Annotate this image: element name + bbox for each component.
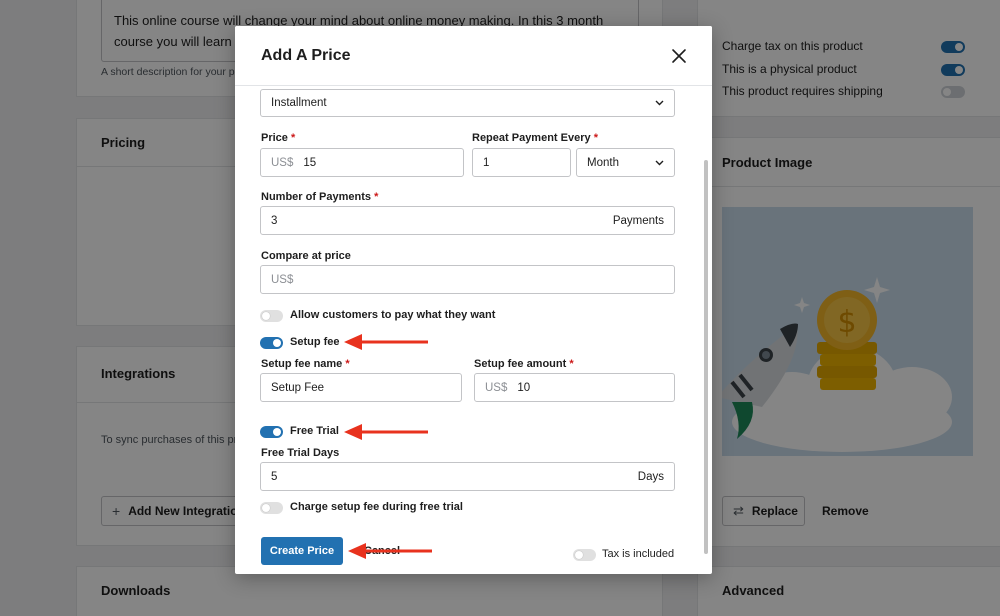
- setup-fee-currency-prefix: US$: [485, 381, 508, 394]
- free-trial-days-value: 5: [271, 470, 278, 483]
- days-suffix: Days: [637, 470, 664, 483]
- modal-title: Add A Price: [261, 47, 351, 64]
- setup-fee-name-value: Setup Fee: [271, 381, 325, 394]
- free-trial-days-label: Free Trial Days: [261, 447, 340, 459]
- repeat-unit-select[interactable]: Month: [576, 148, 675, 177]
- free-trial-toggle[interactable]: [260, 426, 283, 438]
- payments-suffix: Payments: [612, 214, 664, 227]
- chevron-down-icon: [655, 100, 664, 106]
- charge-setup-during-trial-toggle[interactable]: [260, 502, 283, 514]
- setup-fee-toggle[interactable]: [260, 337, 283, 349]
- price-value: 15: [303, 156, 317, 169]
- setup-fee-amount-value: 10: [517, 381, 531, 394]
- free-trial-label: Free Trial: [290, 425, 339, 437]
- compare-at-price-input[interactable]: US$: [260, 265, 675, 294]
- setup-fee-label: Setup fee: [290, 336, 340, 348]
- setup-fee-amount-label: Setup fee amount *: [474, 358, 574, 370]
- chevron-down-icon: [655, 160, 664, 165]
- repeat-interval-value: 1: [483, 156, 490, 169]
- free-trial-days-input[interactable]: 5 Days: [260, 462, 675, 491]
- repeat-unit-value: Month: [587, 156, 619, 169]
- modal-header: Add A Price: [235, 26, 712, 86]
- tax-included-label: Tax is included: [602, 548, 675, 560]
- tax-included-toggle[interactable]: [573, 549, 596, 561]
- annotation-arrow-create-price: [348, 543, 432, 559]
- annotation-arrow-free-trial: [344, 424, 428, 440]
- compare-at-price-label: Compare at price: [261, 250, 351, 262]
- setup-fee-amount-input[interactable]: US$ 10: [474, 373, 675, 402]
- number-of-payments-label: Number of Payments *: [261, 191, 379, 203]
- create-price-button[interactable]: Create Price: [261, 537, 343, 565]
- setup-fee-name-input[interactable]: Setup Fee: [260, 373, 462, 402]
- price-type-select[interactable]: Installment: [260, 89, 675, 117]
- number-of-payments-input[interactable]: 3 Payments: [260, 206, 675, 235]
- close-icon[interactable]: [668, 45, 690, 67]
- allow-pay-what-you-want-label: Allow customers to pay what they want: [290, 309, 496, 321]
- repeat-payment-label: Repeat Payment Every *: [472, 132, 598, 144]
- modal-scrollbar[interactable]: [704, 160, 708, 554]
- price-type-value: Installment: [271, 97, 327, 109]
- price-currency-prefix: US$: [271, 156, 294, 169]
- charge-setup-during-trial-label: Charge setup fee during free trial: [290, 501, 463, 513]
- price-label: Price *: [261, 132, 296, 144]
- setup-fee-name-label: Setup fee name *: [261, 358, 350, 370]
- compare-currency-prefix: US$: [271, 273, 294, 286]
- annotation-arrow-setup-fee: [344, 334, 428, 350]
- number-of-payments-value: 3: [271, 214, 278, 227]
- add-price-modal: Installment Price * US$ 15 Repeat Paymen…: [235, 26, 712, 574]
- repeat-interval-input[interactable]: 1: [472, 148, 571, 177]
- price-input[interactable]: US$ 15: [260, 148, 464, 177]
- allow-pay-what-you-want-toggle[interactable]: [260, 310, 283, 322]
